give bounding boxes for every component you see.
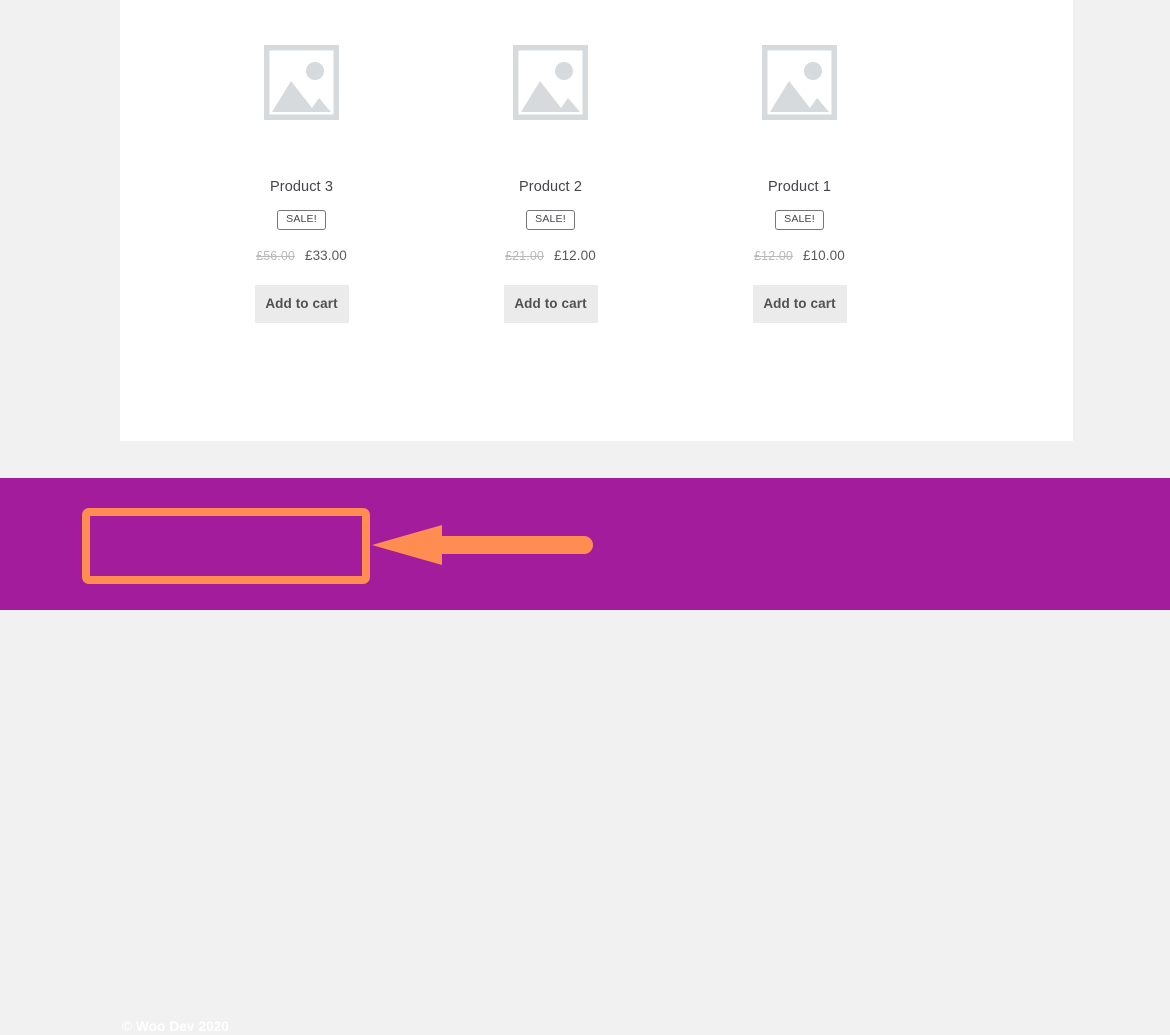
sale-badge: SALE! xyxy=(526,210,575,230)
product-title: Product 1 xyxy=(768,179,831,195)
product-thumbnail-link[interactable] xyxy=(762,45,837,120)
image-placeholder-icon xyxy=(264,45,339,120)
sale-badge: SALE! xyxy=(775,210,824,230)
add-to-cart-button[interactable]: Add to cart xyxy=(752,285,847,323)
product-title: Product 2 xyxy=(519,179,582,195)
price-sale: £10.00 xyxy=(802,248,845,263)
site-footer: © Woo Dev 2020 xyxy=(0,478,1170,1034)
product-card[interactable]: Product 2 SALE! £21.00 £12.00 Add to car… xyxy=(426,0,675,323)
add-to-cart-button[interactable]: Add to cart xyxy=(254,285,349,323)
product-card[interactable]: Product 1 SALE! £12.00 £10.00 Add to car… xyxy=(675,0,924,323)
product-thumbnail-link[interactable] xyxy=(513,45,588,120)
product-thumbnail-link[interactable] xyxy=(264,45,339,120)
image-placeholder-icon xyxy=(513,45,588,120)
footer-copyright: © Woo Dev 2020 xyxy=(122,1019,230,1034)
price-row: £12.00 £10.00 xyxy=(754,248,845,263)
price-sale: £33.00 xyxy=(304,248,347,263)
product-grid: Product 3 SALE! £56.00 £33.00 Add to car… xyxy=(177,0,957,323)
sale-badge: SALE! xyxy=(277,210,326,230)
shop-content-card: Product 3 SALE! £56.00 £33.00 Add to car… xyxy=(120,0,1073,441)
price-original: £56.00 xyxy=(256,249,295,263)
price-row: £21.00 £12.00 xyxy=(505,248,596,263)
add-to-cart-button[interactable]: Add to cart xyxy=(503,285,598,323)
image-placeholder-icon xyxy=(762,45,837,120)
product-title: Product 3 xyxy=(270,179,333,195)
product-card[interactable]: Product 3 SALE! £56.00 £33.00 Add to car… xyxy=(177,0,426,323)
price-original: £12.00 xyxy=(754,249,793,263)
price-sale: £12.00 xyxy=(553,248,596,263)
price-original: £21.00 xyxy=(505,249,544,263)
page-root: Product 3 SALE! £56.00 £33.00 Add to car… xyxy=(0,0,1170,1034)
price-row: £56.00 £33.00 xyxy=(256,248,347,263)
